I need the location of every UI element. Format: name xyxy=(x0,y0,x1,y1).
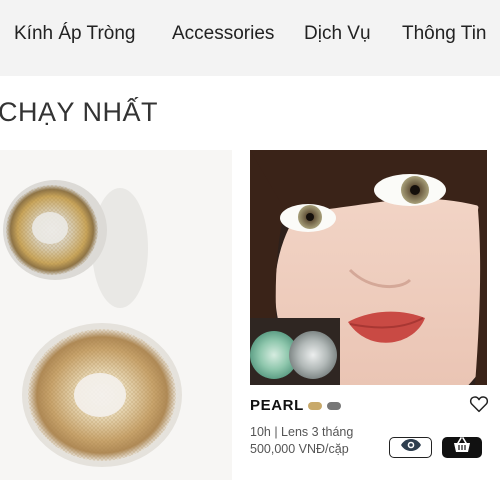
product-name[interactable]: PEARL xyxy=(250,397,304,414)
eye-icon xyxy=(400,438,422,457)
product-duration: 10h | Lens 3 tháng xyxy=(250,425,354,439)
quick-view-button[interactable] xyxy=(389,437,432,458)
lens-product-image[interactable] xyxy=(0,150,232,480)
nav-item-info[interactable]: Thông Tin xyxy=(402,23,487,45)
basket-icon xyxy=(453,437,471,458)
heart-icon[interactable] xyxy=(469,395,489,413)
product-price: 500,000 VNĐ/cặp xyxy=(250,442,349,456)
nav-item-services[interactable]: Dịch Vụ xyxy=(304,23,371,45)
nav-item-contact-lenses[interactable]: Kính Áp Tròng xyxy=(14,23,135,45)
top-nav: Kính Áp Tròng Accessories Dịch Vụ Thông … xyxy=(0,0,500,76)
nav-item-accessories[interactable]: Accessories xyxy=(172,23,274,45)
add-to-cart-button[interactable] xyxy=(442,437,482,458)
color-swatch-gray[interactable] xyxy=(327,402,341,410)
color-swatch-gold[interactable] xyxy=(308,402,322,410)
section-title: CHẠY NHẤT xyxy=(0,97,159,127)
product-image[interactable] xyxy=(250,150,487,385)
